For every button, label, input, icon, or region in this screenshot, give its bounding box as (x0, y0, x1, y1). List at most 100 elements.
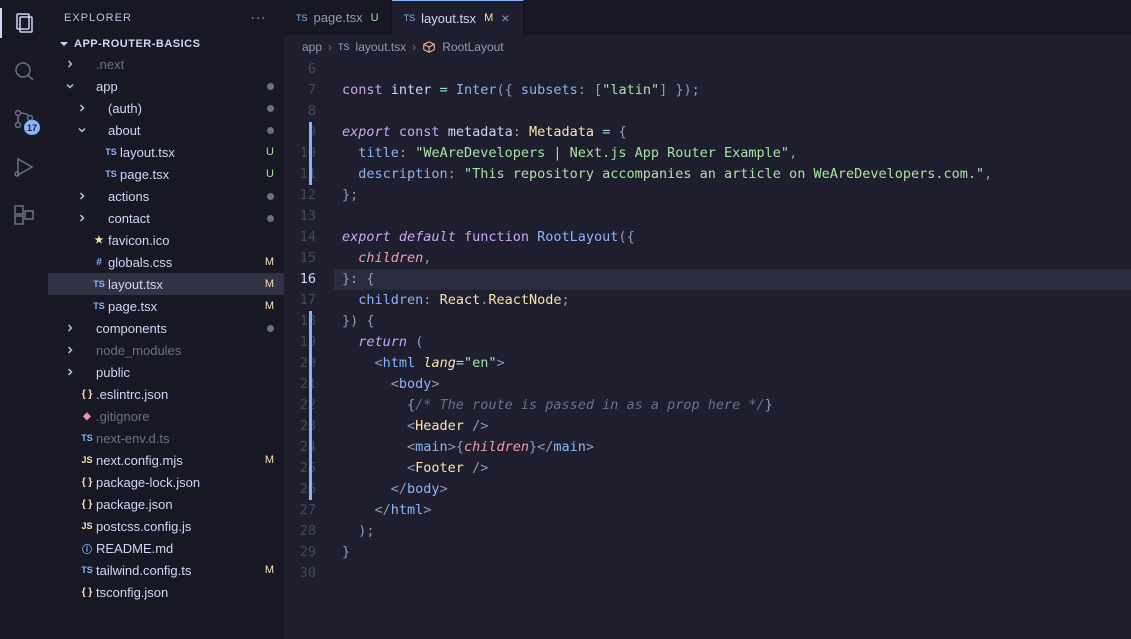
line-number: 7 (284, 80, 316, 101)
activity-bar: 17 (0, 0, 48, 639)
tree-item-label: tailwind.config.ts (96, 563, 261, 578)
star-icon: ★ (90, 235, 108, 246)
sidebar-more-icon[interactable]: ⋯ (250, 8, 268, 28)
json-icon: { } (78, 499, 96, 510)
code-line[interactable]: <Header /> (334, 416, 1131, 437)
code-content[interactable]: const inter = Inter({ subsets: ["latin"]… (334, 59, 1131, 639)
tree-item[interactable]: #globals.cssM (48, 251, 284, 273)
code-line[interactable]: }; (334, 185, 1131, 206)
git-dirty-dot (267, 105, 274, 112)
line-number: 13 (284, 206, 316, 227)
line-number-gutter: 6789101112131415161718192021222324252627… (284, 59, 334, 639)
tree-item[interactable]: public (48, 361, 284, 383)
code-line[interactable]: description: "This repository accompanie… (334, 164, 1131, 185)
editor-group: TSpage.tsxUTSlayout.tsxM× app › TS layou… (284, 0, 1131, 639)
git-gutter-mark (309, 437, 312, 458)
code-line[interactable]: children: React.ReactNode; (334, 290, 1131, 311)
tree-item[interactable]: { }package-lock.json (48, 471, 284, 493)
tree-item[interactable]: actions (48, 185, 284, 207)
code-line[interactable]: ); (334, 521, 1131, 542)
explorer-icon[interactable] (11, 10, 37, 36)
source-control-icon[interactable]: 17 (11, 106, 37, 132)
tree-item[interactable]: ★favicon.ico (48, 229, 284, 251)
line-number: 25 (284, 458, 316, 479)
line-number: 8 (284, 101, 316, 122)
json-icon: { } (78, 389, 96, 400)
editor-tab[interactable]: TSlayout.tsxM× (392, 0, 525, 35)
tree-item[interactable]: node_modules (48, 339, 284, 361)
code-line[interactable]: export const metadata: Metadata = { (334, 122, 1131, 143)
ts-icon: TS (338, 42, 350, 52)
tree-item[interactable]: ⓘREADME.md (48, 537, 284, 559)
code-line[interactable]: <main>{children}</main> (334, 437, 1131, 458)
tab-label: layout.tsx (421, 11, 476, 26)
tree-item[interactable]: TSnext-env.d.ts (48, 427, 284, 449)
git-gutter-mark (309, 353, 312, 374)
code-line[interactable]: title: "WeAreDevelopers | Next.js App Ro… (334, 143, 1131, 164)
line-number: 21 (284, 374, 316, 395)
code-line[interactable]: const inter = Inter({ subsets: ["latin"]… (334, 80, 1131, 101)
tree-item[interactable]: (auth) (48, 97, 284, 119)
search-icon[interactable] (11, 58, 37, 84)
tree-item[interactable]: JSpostcss.config.js (48, 515, 284, 537)
tree-item[interactable]: { }tsconfig.json (48, 581, 284, 603)
tree-item[interactable]: contact (48, 207, 284, 229)
editor-tab[interactable]: TSpage.tsxU (284, 0, 392, 35)
tree-item[interactable]: { }package.json (48, 493, 284, 515)
run-debug-icon[interactable] (11, 154, 37, 180)
git-gutter-mark (309, 143, 312, 164)
breadcrumbs[interactable]: app › TS layout.tsx › RootLayout (284, 35, 1131, 59)
tree-item[interactable]: components (48, 317, 284, 339)
code-editor[interactable]: 6789101112131415161718192021222324252627… (284, 59, 1131, 639)
tree-item[interactable]: TSpage.tsxM (48, 295, 284, 317)
tree-item[interactable]: TSpage.tsxU (48, 163, 284, 185)
code-line[interactable]: export default function RootLayout({ (334, 227, 1131, 248)
tree-item-label: next-env.d.ts (96, 431, 274, 446)
sidebar-header: EXPLORER ⋯ (48, 0, 284, 35)
line-number: 22 (284, 395, 316, 416)
project-root[interactable]: APP-ROUTER-BASICS (48, 35, 284, 53)
git-status-badge: U (266, 146, 274, 158)
tree-item-label: public (96, 365, 274, 380)
code-line[interactable]: } (334, 542, 1131, 563)
tree-item[interactable]: TSlayout.tsxU (48, 141, 284, 163)
tree-item-label: .gitignore (96, 409, 274, 424)
breadcrumb-segment[interactable]: app (302, 40, 322, 54)
breadcrumb-segment[interactable]: RootLayout (442, 40, 503, 54)
code-line[interactable]: </body> (334, 479, 1131, 500)
tree-item[interactable]: JSnext.config.mjsM (48, 449, 284, 471)
code-line[interactable]: <html lang="en"> (334, 353, 1131, 374)
tree-item[interactable]: { }.eslintrc.json (48, 383, 284, 405)
code-line[interactable]: children, (334, 248, 1131, 269)
tree-item[interactable]: about (48, 119, 284, 141)
code-line[interactable]: }: { (334, 269, 1131, 290)
extensions-icon[interactable] (11, 202, 37, 228)
breadcrumb-segment[interactable]: layout.tsx (356, 40, 407, 54)
tree-item[interactable]: TStailwind.config.tsM (48, 559, 284, 581)
code-line[interactable]: {/* The route is passed in as a prop her… (334, 395, 1131, 416)
git-status-badge: U (266, 168, 274, 180)
code-line[interactable] (334, 563, 1131, 584)
close-icon[interactable]: × (499, 10, 511, 26)
code-line[interactable]: </html> (334, 500, 1131, 521)
tree-item-label: page.tsx (120, 167, 262, 182)
line-number: 9 (284, 122, 316, 143)
tree-item[interactable]: .next (48, 53, 284, 75)
code-line[interactable]: <body> (334, 374, 1131, 395)
line-number: 30 (284, 563, 316, 584)
code-line[interactable] (334, 101, 1131, 122)
line-number: 6 (284, 59, 316, 80)
code-line[interactable]: }) { (334, 311, 1131, 332)
tree-item[interactable]: ◆.gitignore (48, 405, 284, 427)
tree-item[interactable]: TSlayout.tsxM (48, 273, 284, 295)
info-icon: ⓘ (78, 541, 96, 556)
git-gutter-mark (309, 374, 312, 395)
code-line[interactable]: <Footer /> (334, 458, 1131, 479)
git-status-badge: M (265, 564, 274, 576)
code-line[interactable] (334, 59, 1131, 80)
tree-item[interactable]: app (48, 75, 284, 97)
code-line[interactable] (334, 206, 1131, 227)
code-line[interactable]: return ( (334, 332, 1131, 353)
line-number: 10 (284, 143, 316, 164)
tree-item-label: layout.tsx (120, 145, 262, 160)
